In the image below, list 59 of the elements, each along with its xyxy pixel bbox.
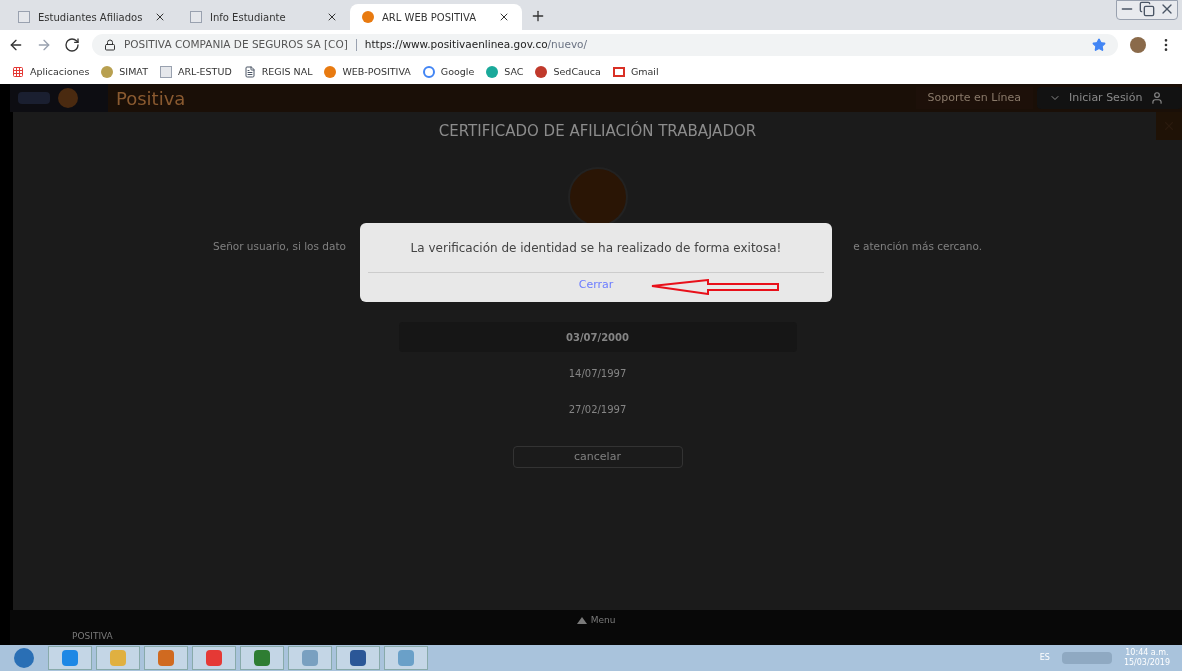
page-icon <box>243 66 256 78</box>
triangle-icon <box>576 617 587 625</box>
broken-image-icon <box>190 11 202 23</box>
profile-avatar[interactable] <box>1130 37 1146 53</box>
bookmark-item[interactable]: SIMAT <box>101 64 148 80</box>
dialog-message: La verificación de identidad se ha realizado de forma exitosa! <box>410 239 782 257</box>
forward-icon[interactable] <box>36 37 52 53</box>
notice-text: Señor usuario, si los dato <box>213 238 346 254</box>
new-tab-icon[interactable] <box>530 8 546 24</box>
apps-grid-icon <box>12 66 24 78</box>
taskbar-app-icon[interactable] <box>192 646 236 670</box>
tab-title: ARL WEB POSITIVA <box>382 10 478 25</box>
url-text: https://www.positivaenlinea.gov.co/nuevo/ <box>364 37 588 53</box>
bookmark-item[interactable]: ARL-ESTUD <box>159 64 232 80</box>
login-button[interactable]: Iniciar Sesión <box>1037 87 1182 109</box>
bookmark-star-icon[interactable] <box>1092 38 1106 52</box>
user-icon <box>1150 91 1165 105</box>
broken-image-icon <box>18 11 30 23</box>
bookmark-item[interactable]: Aplicaciones <box>12 64 90 80</box>
notice-text: e atención más cercano. <box>853 238 982 254</box>
tab-title: Estudiantes Afiliados <box>38 10 144 25</box>
date-option[interactable]: 27/02/1997 <box>398 394 797 425</box>
envelope-icon <box>612 67 625 77</box>
lock-icon <box>104 39 116 51</box>
taskbar-app-icon[interactable] <box>336 646 380 670</box>
site-favicon-icon <box>324 66 337 78</box>
page-title: CERTIFICADO DE AFILIACIÓN TRABAJADOR <box>438 120 757 142</box>
date-option[interactable]: 03/07/2000 <box>398 322 797 353</box>
close-icon[interactable] <box>154 11 166 23</box>
clock-time: 10:44 a.m. <box>1125 648 1169 658</box>
browser-tab[interactable]: Estudiantes Afiliados <box>6 4 178 30</box>
brand-name: Positiva <box>116 86 186 111</box>
site-identity: POSITIVA COMPANIA DE SEGUROS SA [CO] <box>124 37 348 53</box>
bookmark-item[interactable]: WEB-POSITIVA <box>324 64 411 80</box>
bookmark-item[interactable]: SAC <box>486 64 524 80</box>
address-bar[interactable]: POSITIVA COMPANIA DE SEGUROS SA [CO] https://www.positivaenlinea.gov.co/nuevo/ <box>92 34 1118 56</box>
reload-icon[interactable] <box>64 37 80 53</box>
bookmark-item[interactable]: Google <box>422 64 475 80</box>
taskbar-app-icon[interactable] <box>144 646 188 670</box>
taskbar-app-icon[interactable] <box>240 646 284 670</box>
browser-tab[interactable]: ARL WEB POSITIVA <box>350 4 522 30</box>
site-favicon-icon <box>362 11 374 23</box>
close-icon[interactable] <box>326 11 338 23</box>
menu-link[interactable]: Menu <box>576 614 616 628</box>
bookmark-item[interactable]: SedCauca <box>535 64 601 80</box>
broken-image-icon <box>159 66 172 78</box>
back-icon[interactable] <box>8 37 24 53</box>
close-icon[interactable] <box>498 11 510 23</box>
circle-logo-icon <box>486 66 499 78</box>
tab-title: Info Estudiante <box>210 10 287 25</box>
footer-brand: POSITIVA <box>72 629 113 643</box>
clock-date: 15/03/2019 <box>1123 658 1170 668</box>
date-option[interactable]: 14/07/1997 <box>398 358 797 389</box>
restore-icon[interactable] <box>1137 1 1157 17</box>
cancel-button[interactable]: cancelar <box>512 446 683 469</box>
browser-tab[interactable]: Info Estudiante <box>178 4 350 30</box>
bookmark-item[interactable]: Gmail <box>612 64 659 80</box>
taskbar-app-icon[interactable] <box>48 646 92 670</box>
bookmark-item[interactable]: REGIS NAL <box>243 64 313 80</box>
